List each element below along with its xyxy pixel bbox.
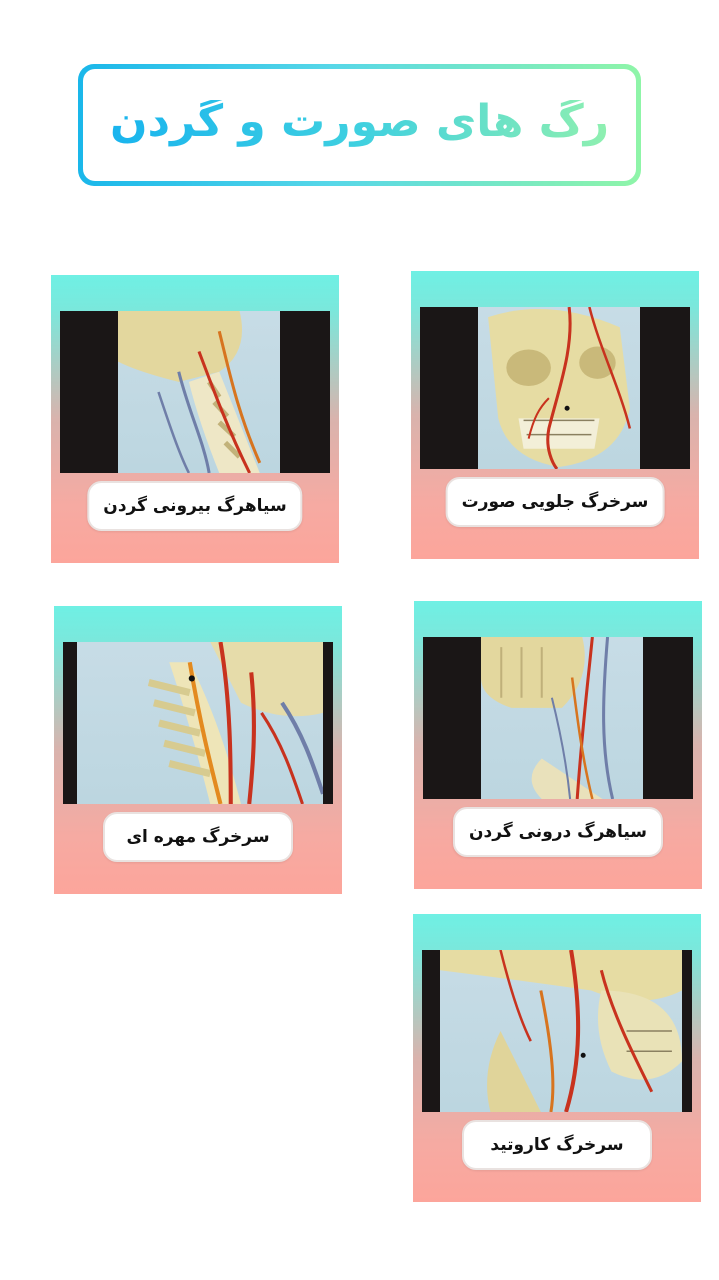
card-label[interactable]: سرخرگ جلویی صورت: [445, 477, 665, 527]
card-external-jugular-vein[interactable]: سیاهرگ بیرونی گردن: [51, 275, 339, 563]
card-facial-artery[interactable]: سرخرگ جلویی صورت: [411, 271, 699, 559]
card-label[interactable]: سیاهرگ بیرونی گردن: [87, 481, 303, 531]
title-inner: رگ های صورت و گردن: [83, 69, 636, 181]
page-title: رگ های صورت و گردن: [110, 100, 609, 150]
video-thumbnail[interactable]: [420, 307, 690, 469]
page: رگ های صورت و گردن سرخرگ جلویی صورت سیاه…: [0, 0, 719, 1280]
video-thumbnail[interactable]: [60, 311, 330, 473]
card-internal-jugular-vein[interactable]: سیاهرگ درونی گردن: [414, 601, 702, 889]
video-thumbnail[interactable]: [423, 637, 693, 799]
anatomy-image: [77, 642, 323, 804]
card-carotid-artery[interactable]: سرخرگ کاروتید: [413, 914, 701, 1202]
video-thumbnail[interactable]: [63, 642, 333, 804]
card-vertebral-artery[interactable]: سرخرگ مهره ای: [54, 606, 342, 894]
anatomy-image: [440, 950, 682, 1112]
card-label[interactable]: سرخرگ مهره ای: [103, 812, 293, 862]
anatomy-image: [481, 637, 643, 799]
anatomy-image: [118, 311, 280, 473]
card-label[interactable]: سیاهرگ درونی گردن: [452, 807, 664, 857]
anatomy-image: [478, 307, 640, 469]
title-banner: رگ های صورت و گردن: [78, 64, 641, 186]
video-thumbnail[interactable]: [422, 950, 692, 1112]
card-label[interactable]: سرخرگ کاروتید: [462, 1120, 652, 1170]
